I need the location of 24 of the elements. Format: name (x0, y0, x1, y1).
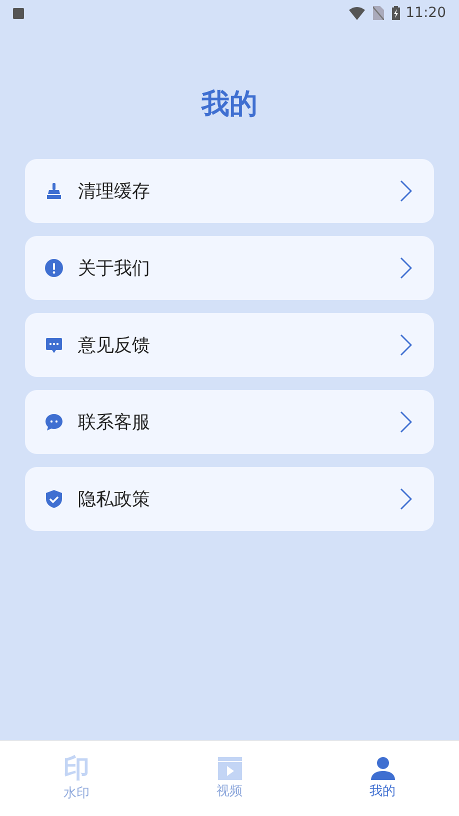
chevron-right-icon (400, 334, 412, 356)
no-sim-icon (372, 6, 384, 20)
chevron-right-icon (400, 488, 412, 510)
clock: 11:20 (406, 4, 446, 22)
page-title: 我的 (202, 86, 258, 122)
chevron-right-icon (400, 180, 412, 202)
menu-item[interactable]: 隐私政策 (25, 467, 434, 531)
chevron-right-icon (400, 257, 412, 279)
chevron-right-icon (400, 411, 412, 433)
message-icon (44, 335, 64, 355)
shield-icon (44, 489, 64, 509)
menu-item[interactable]: 清理缓存 (25, 159, 434, 223)
person-icon (370, 755, 396, 781)
menu-item[interactable]: 关于我们 (25, 236, 434, 300)
menu-item[interactable]: 意见反馈 (25, 313, 434, 377)
menu-item[interactable]: 联系客服 (25, 390, 434, 454)
broom-icon (44, 181, 64, 201)
chat-icon (44, 412, 64, 432)
video-icon (216, 755, 242, 781)
battery-icon (392, 6, 400, 20)
tab[interactable]: 我的 (306, 741, 459, 816)
stamp-icon: 印 (64, 755, 90, 783)
wifi-icon (348, 6, 365, 20)
exclamation-icon (44, 258, 64, 278)
